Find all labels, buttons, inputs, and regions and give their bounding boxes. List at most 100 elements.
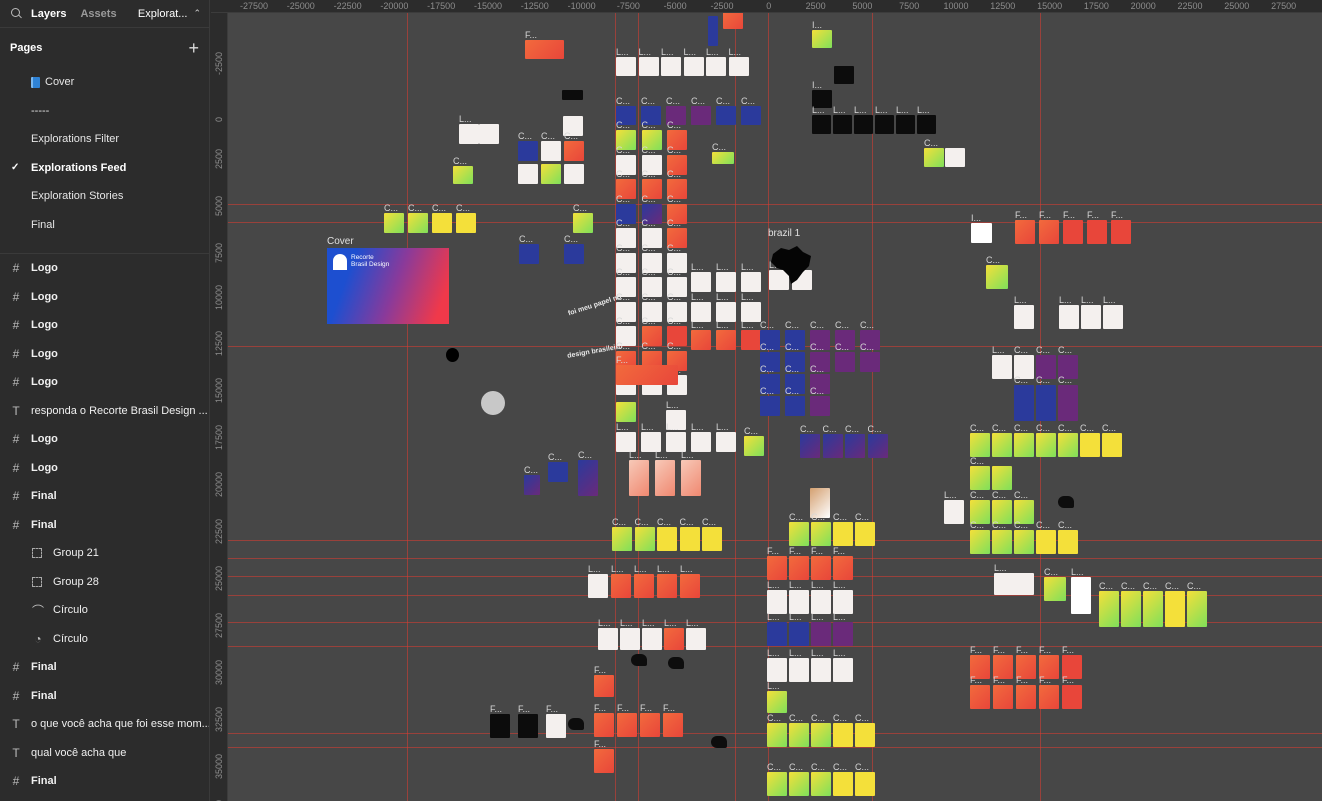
- artboard-frame[interactable]: [855, 772, 875, 796]
- layer-item[interactable]: ⌒ Círculo: [0, 596, 209, 625]
- artboard-frame[interactable]: [459, 124, 479, 144]
- artboard-frame[interactable]: [993, 685, 1013, 709]
- artboard-frame[interactable]: [664, 628, 684, 650]
- artboard-frame[interactable]: [970, 466, 990, 490]
- artboard-frame[interactable]: [945, 148, 965, 167]
- layer-item[interactable]: #Final: [0, 653, 209, 682]
- artboard-frame[interactable]: [611, 574, 631, 598]
- artboard-frame[interactable]: [578, 460, 598, 496]
- artboard-frame[interactable]: [992, 355, 1012, 379]
- artboard-frame[interactable]: [896, 115, 915, 134]
- artboard-frame[interactable]: [661, 57, 681, 76]
- artboard-frame[interactable]: [691, 302, 711, 322]
- artboard-frame[interactable]: [833, 115, 852, 134]
- artboard-frame[interactable]: [744, 436, 764, 456]
- artboard-frame[interactable]: [992, 433, 1012, 457]
- artboard-frame[interactable]: [811, 556, 831, 580]
- artboard-frame[interactable]: [562, 90, 583, 100]
- artboard-frame[interactable]: [691, 272, 711, 292]
- artboard-frame[interactable]: [1058, 530, 1078, 554]
- tab-layers[interactable]: Layers: [31, 8, 66, 20]
- artboard-frame[interactable]: [992, 466, 1012, 490]
- artboard-frame[interactable]: [1015, 220, 1035, 244]
- artboard-frame[interactable]: [1036, 397, 1056, 421]
- add-page-icon[interactable]: +: [188, 39, 199, 57]
- artboard-frame[interactable]: [811, 590, 831, 614]
- artboard-frame[interactable]: [1087, 220, 1107, 244]
- layer-item[interactable]: #Final: [0, 796, 209, 801]
- layer-item[interactable]: # Logo: [0, 283, 209, 312]
- brazil-map-icon[interactable]: [767, 240, 815, 288]
- artboard-frame[interactable]: [706, 57, 726, 76]
- artboard-frame[interactable]: [789, 772, 809, 796]
- artboard-frame[interactable]: [716, 272, 736, 292]
- artboard-frame[interactable]: [860, 352, 880, 372]
- artboard-frame[interactable]: [617, 713, 637, 737]
- artboard-frame[interactable]: [519, 244, 539, 264]
- artboard-frame[interactable]: [767, 772, 787, 796]
- artboard-frame[interactable]: [479, 124, 499, 144]
- artboard-frame[interactable]: [833, 622, 853, 646]
- layer-item[interactable]: #Final: [0, 682, 209, 711]
- artboard-frame[interactable]: [1058, 433, 1078, 457]
- artboard-frame[interactable]: [1059, 305, 1079, 329]
- artboard-frame[interactable]: [1063, 220, 1083, 244]
- artboard-frame[interactable]: [616, 57, 636, 76]
- artboard-frame[interactable]: [789, 622, 809, 646]
- artboard-frame[interactable]: [741, 330, 761, 350]
- artboard-frame[interactable]: [1014, 530, 1034, 554]
- artboard-frame[interactable]: [518, 714, 538, 738]
- tab-assets[interactable]: Assets: [80, 8, 116, 20]
- page-item[interactable]: ✓ Explorations Feed: [0, 154, 209, 183]
- artboard-frame[interactable]: [524, 475, 540, 495]
- artboard-frame[interactable]: [453, 166, 473, 184]
- artboard-frame[interactable]: [683, 57, 704, 76]
- layer-item[interactable]: #Final: [0, 482, 209, 511]
- layer-item[interactable]: # Logo: [0, 368, 209, 397]
- artboard-frame[interactable]: [564, 164, 584, 184]
- artboard-frame[interactable]: [789, 590, 809, 614]
- artboard-frame[interactable]: [944, 500, 964, 524]
- artboard-frame[interactable]: [702, 527, 722, 551]
- layer-item[interactable]: Tresponda o Recorte Brasil Design ...: [0, 397, 209, 426]
- artboard-frame[interactable]: [760, 396, 780, 416]
- artboard-frame[interactable]: [1014, 433, 1034, 457]
- artboard-frame[interactable]: [833, 590, 853, 614]
- artboard-frame[interactable]: [546, 714, 566, 738]
- artboard-frame[interactable]: [594, 749, 614, 773]
- artboard-frame[interactable]: [971, 223, 992, 243]
- artboard-frame[interactable]: [679, 527, 700, 551]
- artboard-frame[interactable]: [612, 527, 632, 551]
- artboard-frame[interactable]: [741, 106, 761, 125]
- artboard-frame[interactable]: [741, 272, 761, 292]
- artboard-frame[interactable]: [822, 434, 843, 458]
- artboard-frame[interactable]: [833, 522, 853, 546]
- artboard-frame[interactable]: [1143, 591, 1163, 627]
- artboard-frame[interactable]: [1036, 433, 1056, 457]
- artboard-frame[interactable]: [666, 432, 686, 452]
- artboard-frame[interactable]: [917, 115, 936, 134]
- artboard-frame[interactable]: [970, 685, 990, 709]
- artboard-frame[interactable]: [518, 141, 538, 161]
- artboard-frame[interactable]: [616, 432, 636, 452]
- artboard-frame[interactable]: [833, 658, 853, 682]
- artboard-frame[interactable]: [811, 658, 831, 682]
- artboard-frame[interactable]: [811, 772, 831, 796]
- artboard-frame[interactable]: [1039, 220, 1059, 244]
- layer-item[interactable]: ◔ Círculo: [0, 625, 209, 654]
- layer-item[interactable]: Group 21: [0, 539, 209, 568]
- artboard-frame[interactable]: [686, 628, 706, 650]
- artboard-frame[interactable]: [1036, 530, 1056, 554]
- artboard-frame[interactable]: [691, 432, 711, 452]
- artboard-frame[interactable]: [657, 527, 677, 551]
- artboard-frame[interactable]: [924, 148, 944, 167]
- artboard-frame[interactable]: [767, 590, 787, 614]
- artboard-frame[interactable]: [767, 691, 787, 713]
- artboard-frame[interactable]: [541, 141, 561, 161]
- artboard-frame[interactable]: [432, 213, 452, 233]
- artboard-frame[interactable]: [1103, 305, 1123, 329]
- artboard-frame[interactable]: [811, 622, 831, 646]
- artboard-frame[interactable]: [1044, 577, 1066, 601]
- artboard-frame[interactable]: [1121, 591, 1141, 627]
- artboard-frame[interactable]: [1187, 591, 1207, 627]
